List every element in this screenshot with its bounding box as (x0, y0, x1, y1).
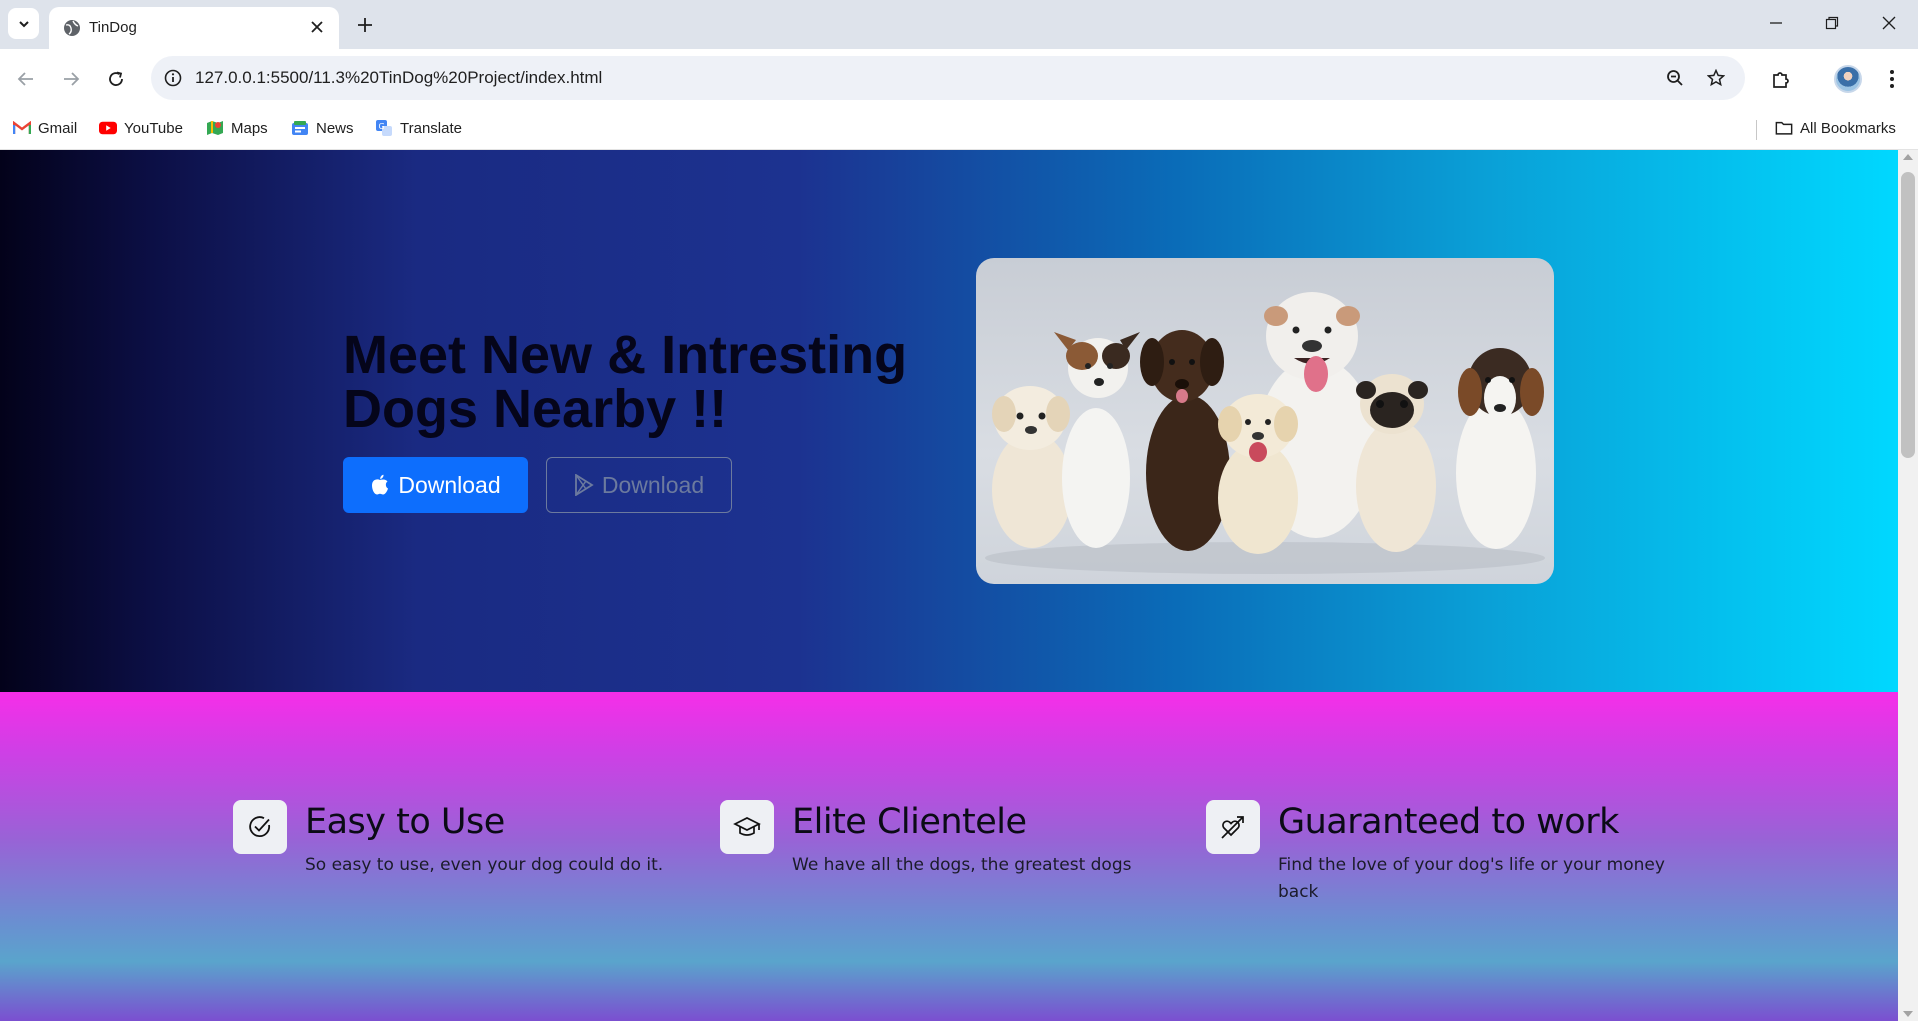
star-icon (1707, 69, 1725, 87)
chevron-down-icon (18, 20, 29, 27)
check-circle-icon (233, 800, 287, 854)
dog-beagle (1456, 348, 1544, 549)
bookmark-maps[interactable]: Maps (206, 119, 268, 137)
browser-menu-button[interactable] (1876, 63, 1908, 95)
bookmark-label: Gmail (38, 119, 78, 137)
new-tab-button[interactable] (352, 12, 378, 38)
bookmark-translate[interactable]: G Translate (375, 119, 462, 137)
all-bookmarks-button[interactable]: All Bookmarks (1775, 119, 1896, 137)
scroll-down-arrow-icon[interactable] (1903, 1011, 1913, 1017)
url-text[interactable]: 127.0.0.1:5500/11.3%20TinDog%20Project/i… (195, 68, 602, 88)
scroll-up-arrow-icon[interactable] (1903, 154, 1913, 160)
tab-title: TinDog (89, 19, 137, 36)
hero-section: Meet New & Intresting Dogs Nearby !! Dow… (0, 150, 1898, 692)
hero-title: Meet New & Intresting Dogs Nearby !! (343, 328, 943, 436)
feature-text: Find the love of your dog's life or your… (1278, 855, 1665, 902)
mortarboard-icon (720, 800, 774, 854)
close-window-button[interactable] (1869, 8, 1909, 38)
features-section: Easy to Use So easy to use, even your do… (0, 692, 1898, 1021)
tab-search-button[interactable] (8, 8, 39, 39)
bookmarks-bar: Gmail YouTube Maps News G Translate All … (0, 109, 1918, 150)
reload-button[interactable] (100, 63, 132, 95)
dog-pug (1356, 374, 1436, 552)
bookmark-label: Translate (400, 119, 462, 137)
plus-icon (358, 18, 372, 32)
reload-icon (109, 71, 123, 86)
maps-icon (206, 119, 224, 137)
gmail-icon (13, 119, 31, 137)
minimize-icon (1770, 22, 1782, 24)
hero-title-line-1: Meet New & Intresting (343, 325, 908, 385)
bookmark-star-button[interactable] (1704, 66, 1728, 90)
google-play-download-label: Download (601, 471, 705, 498)
dog-golden-puppy (1218, 394, 1298, 554)
close-icon (311, 21, 323, 33)
google-play-download-button[interactable]: Download (546, 457, 732, 513)
google-play-icon (574, 474, 594, 496)
feature-title: Easy to Use (305, 802, 505, 842)
zoom-out-icon (1667, 70, 1683, 86)
bookmarks-separator (1756, 120, 1757, 140)
puzzle-icon (1773, 72, 1789, 88)
arrow-left-icon (17, 72, 33, 86)
zoom-button[interactable] (1663, 66, 1687, 90)
forward-button[interactable] (55, 63, 87, 95)
apple-icon (372, 474, 389, 495)
active-tab[interactable]: TinDog (49, 7, 339, 49)
vertical-scrollbar[interactable] (1898, 150, 1918, 1021)
back-button[interactable] (10, 63, 42, 95)
arrow-right-icon (64, 72, 80, 86)
globe-icon (64, 20, 80, 36)
translate-icon: G (375, 119, 393, 137)
apple-download-label: Download (398, 471, 501, 498)
site-info-button[interactable] (161, 66, 185, 90)
bookmark-label: YouTube (124, 119, 183, 137)
all-bookmarks-label: All Bookmarks (1800, 119, 1896, 137)
svg-text:G: G (379, 122, 385, 131)
close-tab-button[interactable] (307, 17, 327, 37)
info-icon (164, 69, 182, 87)
minimize-button[interactable] (1756, 8, 1796, 38)
folder-icon (1775, 119, 1793, 137)
feature-title: Elite Clientele (792, 802, 1027, 842)
bookmark-label: Maps (231, 119, 268, 137)
kebab-menu-icon (1890, 70, 1894, 88)
apple-download-button[interactable]: Download (343, 457, 528, 513)
bookmark-label: News (316, 119, 354, 137)
scroll-thumb[interactable] (1901, 172, 1915, 458)
extensions-button[interactable] (1765, 63, 1797, 95)
youtube-icon (99, 119, 117, 137)
feature-text: So easy to use, even your dog could do i… (305, 855, 664, 875)
feature-title: Guaranteed to work (1278, 802, 1619, 842)
news-icon (291, 119, 309, 137)
dog-cream-puppy-1 (992, 386, 1072, 548)
page-viewport: Meet New & Intresting Dogs Nearby !! Dow… (0, 150, 1898, 1021)
dogs-illustration (985, 292, 1545, 574)
dogs-photo (976, 258, 1554, 584)
browser-toolbar: 127.0.0.1:5500/11.3%20TinDog%20Project/i… (0, 49, 1918, 109)
address-bar[interactable]: 127.0.0.1:5500/11.3%20TinDog%20Project/i… (151, 56, 1745, 100)
restore-button[interactable] (1812, 8, 1852, 38)
bookmark-news[interactable]: News (291, 119, 354, 137)
restore-icon (1825, 16, 1839, 30)
close-icon (1882, 16, 1896, 30)
bookmark-youtube[interactable]: YouTube (99, 119, 183, 137)
heart-arrow-icon (1206, 800, 1260, 854)
hero-title-line-2: Dogs Nearby !! (343, 379, 728, 439)
dog-chocolate-lab (1140, 330, 1230, 551)
feature-text: We have all the dogs, the greatest dogs (792, 855, 1132, 875)
bookmark-gmail[interactable]: Gmail (13, 119, 77, 137)
tab-strip: TinDog (0, 0, 1918, 49)
profile-avatar[interactable] (1834, 65, 1862, 93)
